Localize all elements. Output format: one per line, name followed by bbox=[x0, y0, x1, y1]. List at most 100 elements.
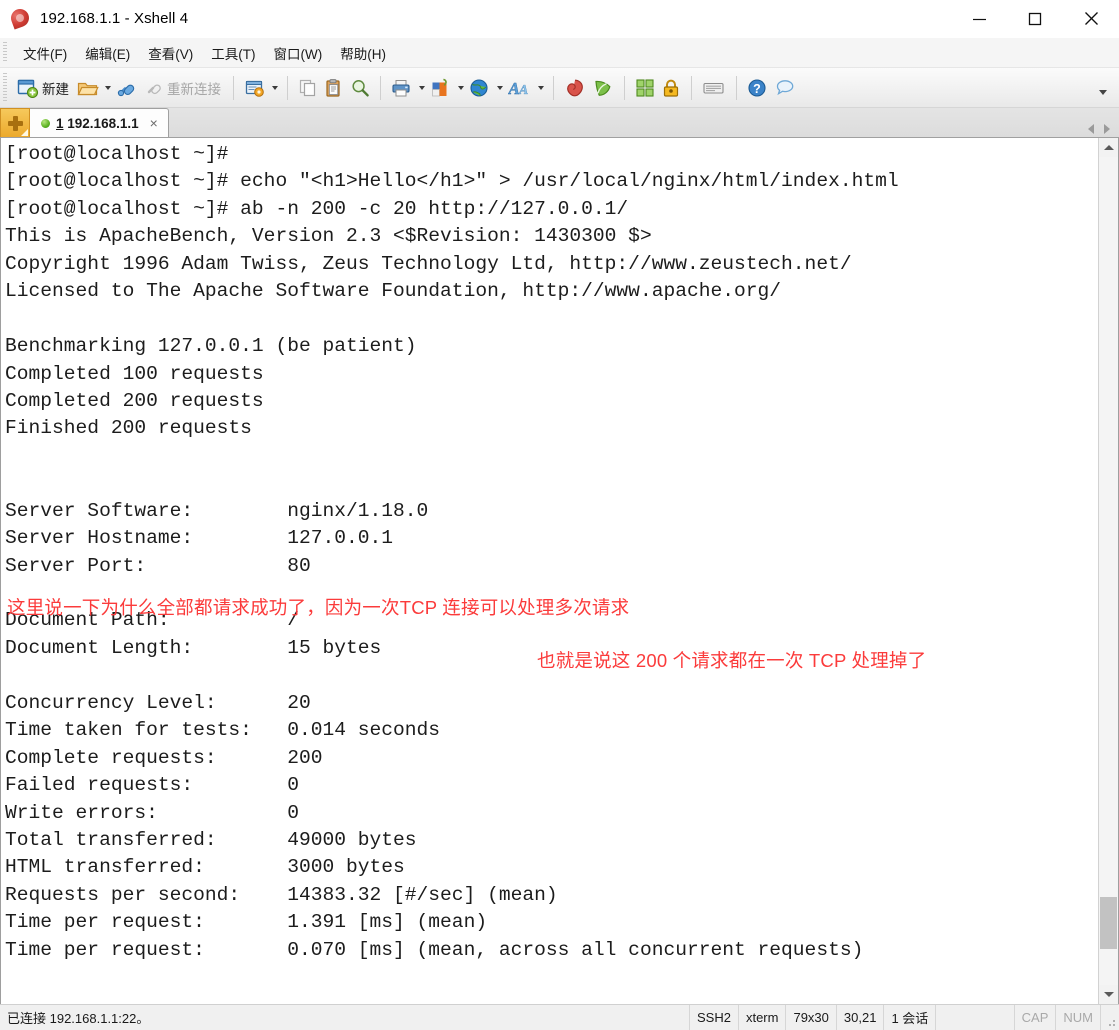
menu-bar: 文件(F) 编辑(E) 查看(V) 工具(T) 窗口(W) 帮助(H) bbox=[0, 38, 1119, 68]
toolbar-separator bbox=[380, 75, 381, 100]
session-properties-button[interactable] bbox=[241, 73, 269, 103]
annotation-200-requests: 也就是说这 200 个请求都在一次 TCP 处理掉了 bbox=[537, 650, 927, 671]
color-scheme-button[interactable] bbox=[427, 73, 455, 103]
new-tab-button[interactable] bbox=[0, 108, 30, 137]
open-folder-icon bbox=[77, 82, 99, 95]
terminal-area: [root@localhost ~]# [root@localhost ~]# e… bbox=[0, 138, 1119, 1004]
toolbar-separator bbox=[287, 75, 288, 100]
terminal-line: Time per request: 0.070 [ms] (mean, acro… bbox=[5, 938, 864, 961]
toolbar-separator bbox=[233, 75, 234, 100]
connect-icon bbox=[117, 84, 135, 96]
terminal-line: Server Software: nginx/1.18.0 bbox=[5, 499, 429, 522]
menu-help[interactable]: 帮助(H) bbox=[331, 40, 395, 66]
menu-edit[interactable]: 编辑(E) bbox=[76, 40, 139, 66]
menu-window[interactable]: 窗口(W) bbox=[265, 40, 332, 66]
terminal-line: Total transferred: 49000 bytes bbox=[5, 828, 417, 851]
terminal-output[interactable]: [root@localhost ~]# [root@localhost ~]# e… bbox=[1, 138, 1098, 1004]
terminal-line: This is ApacheBench, Version 2.3 <$Revis… bbox=[5, 225, 652, 248]
terminal-line: Server Hostname: 127.0.0.1 bbox=[5, 527, 394, 550]
new-session-icon bbox=[17, 79, 39, 98]
annotation-tcp-keepalive: 这里说一下为什么全部都请求成功了，因为一次TCP 连接可以处理多次请求 bbox=[7, 597, 630, 618]
resize-grip-icon[interactable] bbox=[1101, 1005, 1119, 1030]
session-properties-dropdown[interactable] bbox=[269, 74, 280, 102]
globe-icon bbox=[470, 78, 488, 97]
xftp-button[interactable] bbox=[589, 73, 617, 103]
vertical-scrollbar[interactable] bbox=[1098, 138, 1118, 1004]
status-sessions: 1 会话 bbox=[884, 1005, 937, 1030]
color-scheme-icon bbox=[432, 78, 447, 96]
keyboard-icon bbox=[703, 82, 724, 94]
terminal-line: [root@localhost ~]# echo "<h1>Hello</h1>… bbox=[5, 170, 899, 193]
terminal-line: Time taken for tests: 0.014 seconds bbox=[5, 719, 441, 742]
menu-view[interactable]: 查看(V) bbox=[139, 40, 202, 66]
print-button[interactable] bbox=[388, 73, 416, 103]
toolbar: 新建 重新连接 A A ? bbox=[0, 68, 1119, 108]
xshell-button[interactable] bbox=[561, 73, 589, 103]
svg-text:A: A bbox=[518, 83, 528, 98]
scroll-track[interactable] bbox=[1099, 157, 1118, 985]
help-button[interactable]: ? bbox=[744, 73, 772, 103]
paste-button[interactable] bbox=[321, 73, 347, 103]
terminal-line: HTML transferred: 3000 bytes bbox=[5, 856, 405, 879]
minimize-button[interactable] bbox=[951, 0, 1007, 38]
status-num: NUM bbox=[1056, 1005, 1101, 1030]
open-session-dropdown[interactable] bbox=[102, 74, 113, 102]
color-scheme-dropdown[interactable] bbox=[455, 74, 466, 102]
maximize-icon bbox=[1028, 12, 1042, 25]
menu-tools[interactable]: 工具(T) bbox=[202, 40, 264, 66]
scroll-thumb[interactable] bbox=[1100, 897, 1117, 949]
font-button[interactable]: A A bbox=[505, 73, 535, 103]
terminal-line: Completed 200 requests bbox=[5, 389, 264, 412]
status-emulation: xterm bbox=[739, 1005, 787, 1030]
paste-icon bbox=[326, 78, 340, 97]
xftp-icon bbox=[595, 80, 611, 96]
terminal-line: Time per request: 1.391 [ms] (mean) bbox=[5, 911, 488, 934]
scroll-up-arrow[interactable] bbox=[1099, 138, 1118, 157]
encoding-dropdown[interactable] bbox=[494, 74, 505, 102]
title-bar: 192.168.1.1 - Xshell 4 bbox=[0, 0, 1119, 38]
print-icon bbox=[392, 79, 410, 96]
xshell-icon bbox=[8, 5, 32, 30]
tab-close-icon[interactable]: × bbox=[145, 116, 160, 130]
copy-button[interactable] bbox=[295, 73, 321, 103]
window-controls bbox=[951, 0, 1119, 38]
close-icon bbox=[1084, 12, 1098, 25]
lock-button[interactable] bbox=[658, 73, 684, 103]
tab-strip: 1 192.168.1.1 × bbox=[0, 108, 1119, 138]
chat-icon bbox=[776, 79, 794, 95]
tab-nav-group bbox=[1088, 124, 1119, 137]
tab-192-168-1-1[interactable]: 1 192.168.1.1 × bbox=[30, 108, 169, 137]
find-button[interactable] bbox=[347, 73, 373, 103]
keyboard-button[interactable] bbox=[699, 73, 729, 103]
menu-file[interactable]: 文件(F) bbox=[14, 40, 76, 66]
status-cursor: 30,21 bbox=[837, 1005, 885, 1030]
tab-nav-right[interactable] bbox=[1104, 124, 1110, 134]
open-session-button[interactable] bbox=[74, 73, 102, 103]
close-button[interactable] bbox=[1063, 0, 1119, 38]
font-icon: A A bbox=[508, 78, 528, 98]
terminal-line: [root@localhost ~]# ab -n 200 -c 20 http… bbox=[5, 197, 629, 220]
terminal-line: Server Port: 80 bbox=[5, 554, 311, 577]
tab-nav-left[interactable] bbox=[1088, 124, 1094, 134]
terminal-line: Requests per second: 14383.32 [#/sec] (m… bbox=[5, 883, 558, 906]
toolbar-overflow-icon[interactable] bbox=[1096, 74, 1110, 102]
scroll-down-arrow[interactable] bbox=[1099, 985, 1118, 1004]
connect-button[interactable] bbox=[113, 73, 141, 103]
find-icon bbox=[352, 79, 369, 96]
terminal-line: Concurrency Level: 20 bbox=[5, 691, 311, 714]
font-dropdown[interactable] bbox=[535, 74, 546, 102]
xshell-window: 192.168.1.1 - Xshell 4 文件(F) 编辑(E) 查看(V)… bbox=[0, 0, 1119, 1030]
terminal-line: Completed 100 requests bbox=[5, 362, 264, 385]
copy-icon bbox=[299, 79, 316, 96]
encoding-button[interactable] bbox=[466, 73, 494, 103]
chat-button[interactable] bbox=[772, 73, 800, 103]
reconnect-button[interactable]: 重新连接 bbox=[141, 73, 226, 103]
print-dropdown[interactable] bbox=[416, 74, 427, 102]
status-caps: CAP bbox=[1015, 1005, 1057, 1030]
new-session-button[interactable]: 新建 bbox=[14, 73, 74, 103]
new-session-label: 新建 bbox=[42, 81, 69, 97]
maximize-button[interactable] bbox=[1007, 0, 1063, 38]
layout-button[interactable] bbox=[632, 73, 658, 103]
